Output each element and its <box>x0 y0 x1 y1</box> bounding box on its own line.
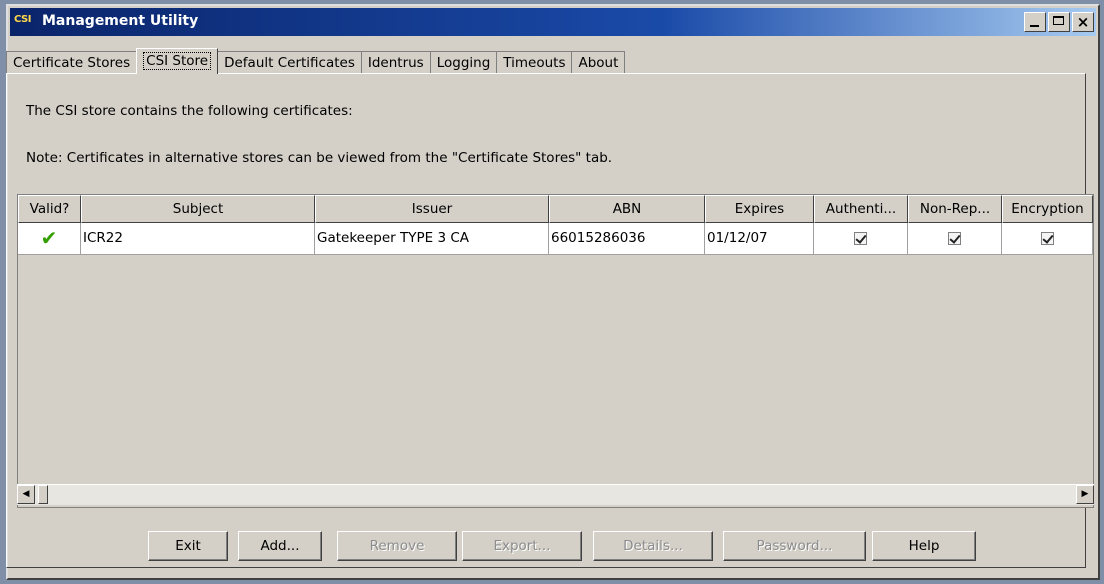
column-header-valid[interactable]: Valid? <box>18 195 81 223</box>
column-header-abn[interactable]: ABN <box>549 195 705 223</box>
column-header-subject[interactable]: Subject <box>81 195 315 223</box>
tab-label: Certificate Stores <box>13 55 131 71</box>
subject-cell: ICR22 <box>81 223 315 255</box>
tab-identrus[interactable]: Identrus <box>360 51 431 74</box>
authentication-checkbox[interactable] <box>854 231 867 245</box>
tab-label: CSI Store <box>143 52 212 70</box>
exit-button[interactable]: Exit <box>148 531 228 561</box>
column-header-expires[interactable]: Expires <box>705 195 814 223</box>
encryption-checkbox[interactable] <box>1040 231 1054 245</box>
expires-cell: 01/12/07 <box>705 223 814 255</box>
abn-cell: 66015286036 <box>549 223 705 255</box>
export-button[interactable]: Export... <box>462 531 582 561</box>
column-header-encryption[interactable]: Encryption <box>1002 195 1093 223</box>
column-header-authentication[interactable]: Authenti... <box>814 195 908 223</box>
title-bar[interactable]: CSI Management Utility × <box>10 8 1096 36</box>
maximize-button[interactable] <box>1048 12 1070 32</box>
horizontal-scrollbar[interactable]: ◀ ▶ <box>17 484 1094 505</box>
app-logo: CSI <box>14 14 31 25</box>
tab-logging[interactable]: Logging <box>429 51 498 74</box>
minimize-icon <box>1030 25 1039 27</box>
minimize-button[interactable] <box>1024 12 1046 32</box>
encryption-cell <box>1002 223 1093 255</box>
column-header-issuer[interactable]: Issuer <box>315 195 549 223</box>
note-text: Note: Certificates in alternative stores… <box>26 150 613 166</box>
tab-label: Timeouts <box>503 55 566 71</box>
tab-label: About <box>578 55 619 71</box>
close-button[interactable]: × <box>1072 12 1094 32</box>
scroll-thumb[interactable] <box>38 485 48 504</box>
issuer-cell: Gatekeeper TYPE 3 CA <box>315 223 549 255</box>
green-checkmark-icon: ✔ <box>40 226 58 250</box>
remove-button[interactable]: Remove <box>337 531 457 561</box>
scroll-left-arrow-icon[interactable]: ◀ <box>17 485 35 504</box>
table-header: Valid? Subject Issuer ABN Expires Authen… <box>18 195 1093 223</box>
maximize-icon <box>1053 16 1064 25</box>
tab-timeouts[interactable]: Timeouts <box>496 51 573 74</box>
help-button[interactable]: Help <box>872 531 976 561</box>
tab-label: Logging <box>436 55 491 71</box>
table-row[interactable]: ✔ ICR22 Gatekeeper TYPE 3 CA 66015286036… <box>18 223 1093 255</box>
tab-label: Default Certificates <box>224 55 355 71</box>
tab-csi-store[interactable]: CSI Store <box>136 48 219 74</box>
tab-label: Identrus <box>367 55 424 71</box>
column-header-non-repudiation[interactable]: Non-Rep... <box>908 195 1002 223</box>
tab-default-certificates[interactable]: Default Certificates <box>217 51 362 74</box>
window-title: Management Utility <box>42 13 199 29</box>
window-controls: × <box>1024 12 1094 32</box>
authentication-cell <box>814 223 908 255</box>
valid-cell: ✔ <box>18 223 81 255</box>
non-repudiation-checkbox[interactable] <box>948 231 961 245</box>
certificates-table[interactable]: Valid? Subject Issuer ABN Expires Authen… <box>17 194 1094 508</box>
tab-strip: Certificate Stores CSI Store Default Cer… <box>6 48 626 74</box>
tab-certificate-stores[interactable]: Certificate Stores <box>6 51 138 74</box>
tab-about[interactable]: About <box>571 51 626 74</box>
details-button[interactable]: Details... <box>593 531 713 561</box>
password-button[interactable]: Password... <box>723 531 866 561</box>
scroll-right-arrow-icon[interactable]: ▶ <box>1076 485 1094 504</box>
intro-text: The CSI store contains the following cer… <box>26 103 353 119</box>
close-icon: × <box>1076 13 1090 31</box>
add-button[interactable]: Add... <box>238 531 322 561</box>
non-repudiation-cell <box>908 223 1002 255</box>
